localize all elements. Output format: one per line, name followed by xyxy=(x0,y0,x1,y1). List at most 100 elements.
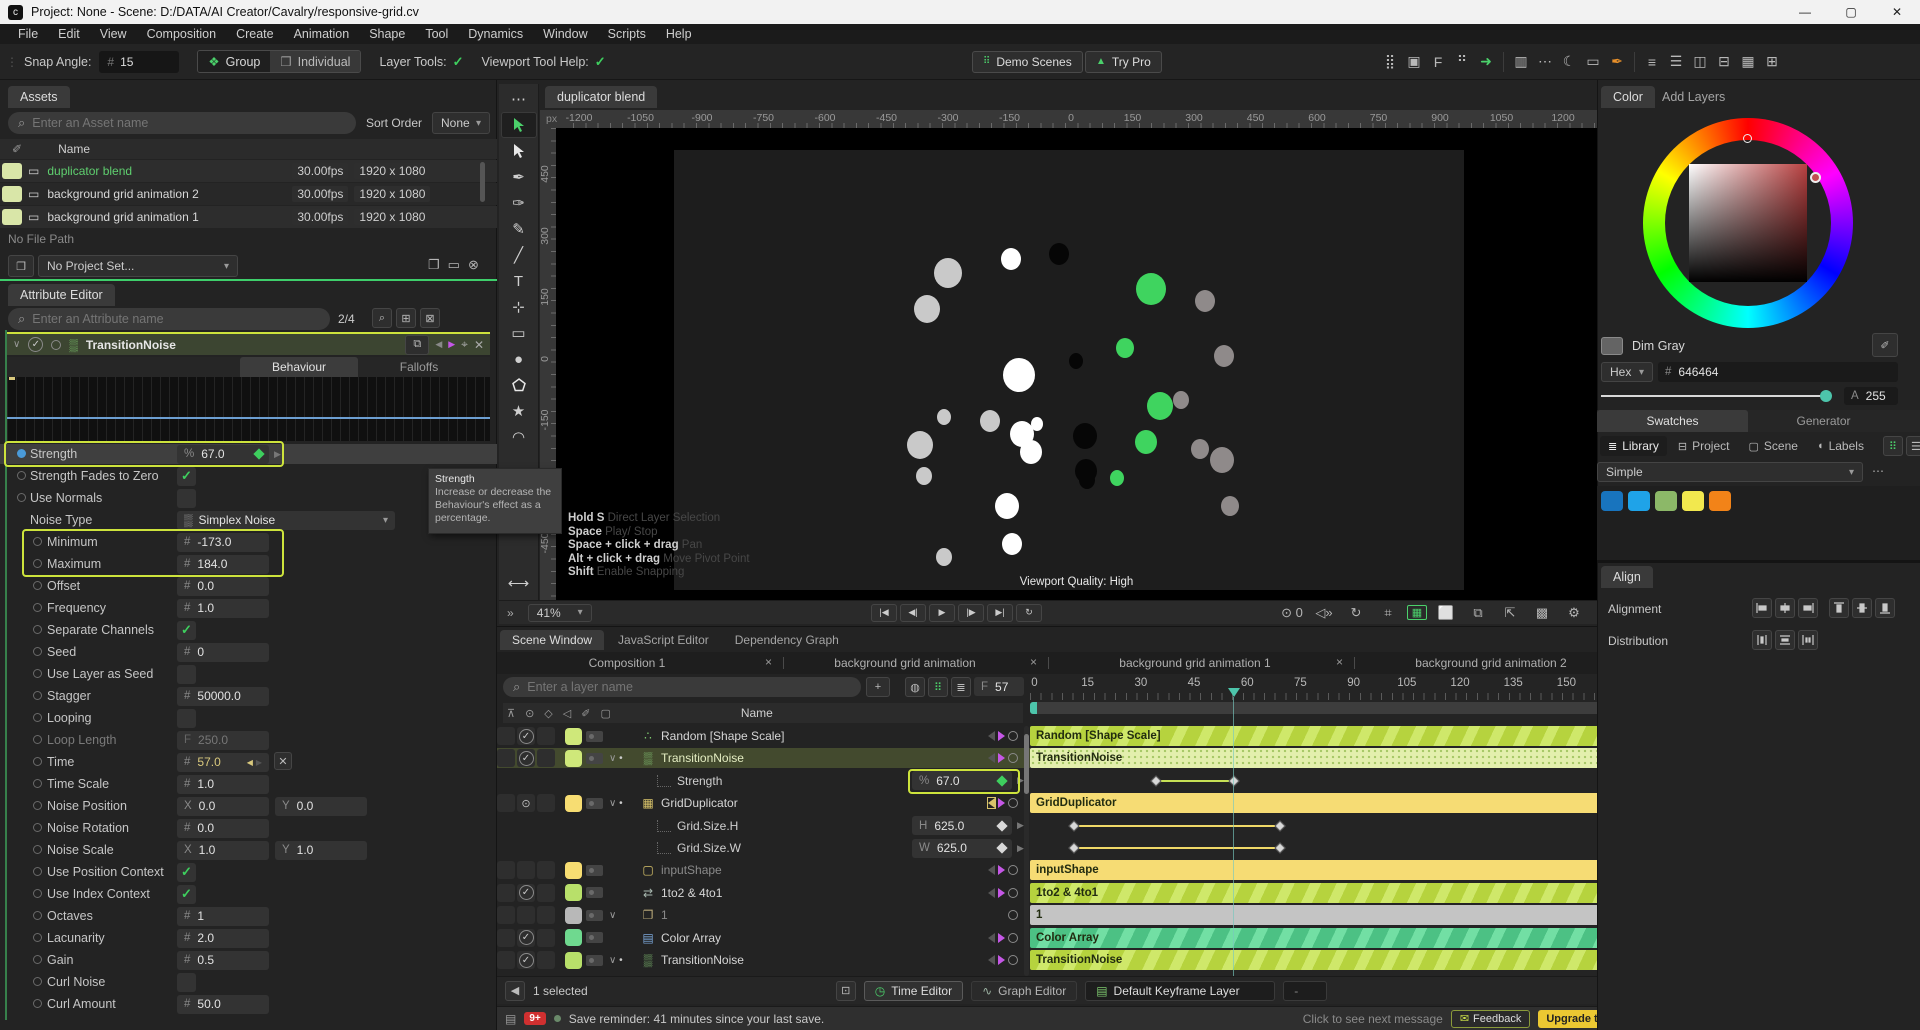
attr-row-lacunarity[interactable]: Lacunarity #2.0 xyxy=(0,928,497,948)
lock-cell[interactable] xyxy=(497,928,515,947)
console-icon[interactable]: ▤ xyxy=(505,1012,516,1026)
swatch[interactable] xyxy=(1655,491,1677,511)
attr-value-field[interactable]: #1.0 xyxy=(177,598,269,618)
keyframe-radio[interactable] xyxy=(33,955,42,964)
display-icon[interactable]: ⬜ xyxy=(1433,605,1459,621)
menu-window[interactable]: Window xyxy=(535,25,595,43)
attr-checkbox[interactable]: ✓ xyxy=(177,620,196,640)
asset-color-chip[interactable] xyxy=(2,186,22,202)
keyframe-diamond[interactable] xyxy=(1149,775,1162,787)
close-tab-icon[interactable]: × xyxy=(1336,655,1343,669)
comp-tab[interactable]: background grid animation 1 xyxy=(1075,656,1315,670)
layer-color-chip[interactable] xyxy=(565,906,582,924)
layer-row-inputshape[interactable]: ▢ inputShape xyxy=(497,860,1030,880)
alpha-slider-track[interactable] xyxy=(1601,395,1829,397)
attr-value-field[interactable]: #0.0 xyxy=(177,818,269,838)
solo-ring-icon[interactable] xyxy=(1008,798,1018,809)
attr-row-strength-fades-to-zero[interactable]: Strength Fades to Zero ✓ xyxy=(0,466,497,486)
close-tab-icon[interactable]: × xyxy=(765,655,772,669)
ink-tool[interactable]: ✑ xyxy=(501,190,537,216)
feedback-button[interactable]: ✉ Feedback xyxy=(1450,1009,1531,1028)
attr-row-use-normals[interactable]: Use Normals xyxy=(0,488,497,508)
prev-keyframe-icon[interactable] xyxy=(988,731,995,741)
trash-icon[interactable]: ⊗ xyxy=(468,257,479,273)
align-button-4[interactable] xyxy=(1852,598,1872,618)
keyframe-radio[interactable] xyxy=(33,647,42,656)
swatch[interactable] xyxy=(1709,491,1731,511)
keyframe-radio[interactable] xyxy=(33,757,42,766)
keyframe-radio[interactable] xyxy=(17,493,26,502)
prev-keyframe-icon[interactable] xyxy=(988,932,995,943)
create-box-icon[interactable]: ▣ xyxy=(1402,53,1426,70)
line-tool[interactable]: ╱ xyxy=(501,242,537,268)
attr-row-frequency[interactable]: Frequency #1.0 xyxy=(0,598,497,618)
attr-value-field[interactable]: #2.0 xyxy=(177,928,269,948)
layer-color-chip[interactable] xyxy=(565,884,582,902)
keyframe-radio[interactable] xyxy=(33,977,42,986)
extra-cell[interactable] xyxy=(537,906,555,925)
attr-row-separate-channels[interactable]: Separate Channels ✓ xyxy=(0,620,497,640)
tab-scene-window[interactable]: Scene Window xyxy=(500,630,605,650)
hex-mode-dropdown[interactable]: Hex ▾ xyxy=(1601,362,1653,382)
distribute-button-1[interactable] xyxy=(1775,630,1795,650)
layer-color-chip[interactable] xyxy=(565,861,582,879)
comp-tab[interactable]: background grid animation xyxy=(785,656,1025,670)
layer-tag-icon[interactable] xyxy=(586,932,603,944)
attr-row-minimum[interactable]: Minimum # -173.0 xyxy=(0,532,497,552)
next-keyframe-icon[interactable] xyxy=(998,887,1005,898)
attr-value-field[interactable]: #0.0 xyxy=(177,576,269,596)
asset-search[interactable]: ⌕ xyxy=(8,112,356,134)
transform-tool[interactable]: ⊹ xyxy=(501,294,537,320)
grid-view-icon[interactable]: ⠿ xyxy=(1882,436,1903,456)
prev-keyframe-icon[interactable] xyxy=(988,887,995,898)
attr-checkbox[interactable]: ✓ xyxy=(177,884,196,904)
keyframe-radio[interactable] xyxy=(33,867,42,876)
attr-row-offset[interactable]: Offset #0.0 xyxy=(0,576,497,596)
tab-color[interactable]: Color xyxy=(1601,86,1655,108)
next-keyframe-icon[interactable]: ▶ xyxy=(1017,775,1024,786)
extra-cell[interactable] xyxy=(537,883,555,902)
maximize-button[interactable]: ▢ xyxy=(1828,0,1874,24)
text-tool[interactable]: T xyxy=(501,268,537,294)
enable-cell[interactable]: ✓ xyxy=(517,951,535,969)
alpha-slider-knob[interactable] xyxy=(1820,390,1832,402)
attr-row-maximum[interactable]: Maximum #184.0 xyxy=(0,554,497,574)
layer-check-icon[interactable]: ✓ xyxy=(518,885,534,901)
layer-check-icon[interactable]: ✓ xyxy=(518,728,534,744)
layer-row-transitionnoise[interactable]: ✓ ∨ • ▒ TransitionNoise xyxy=(497,950,1030,970)
attr-row-use-position-context[interactable]: Use Position Context ✓ xyxy=(0,862,497,882)
attr-checkbox[interactable] xyxy=(177,488,196,508)
solo-ring-icon[interactable] xyxy=(1008,753,1018,764)
select-tools-icon[interactable]: ⠿ xyxy=(928,677,948,697)
next-keyframe-icon[interactable]: ▶ xyxy=(1017,843,1024,854)
attr-x-field[interactable]: X 1.0 xyxy=(177,840,269,860)
layer-visible-icon[interactable]: ⊙ xyxy=(517,794,535,813)
zoom-dropdown[interactable]: 41% ▾ xyxy=(527,603,592,622)
panel-divider[interactable] xyxy=(1597,560,1920,563)
layer-value-field[interactable]: W 625.0 xyxy=(912,838,1012,858)
pencil-tool[interactable]: ✎ xyxy=(501,216,537,242)
tab-javascript-editor[interactable]: JavaScript Editor xyxy=(606,630,721,650)
align-button-2[interactable] xyxy=(1798,598,1818,618)
layout-columns-icon[interactable]: ◫ xyxy=(1688,53,1712,70)
attr-row-time-scale[interactable]: Time Scale #1.0 xyxy=(0,774,497,794)
attr-row-looping[interactable]: Looping xyxy=(0,708,497,728)
attr-value-field[interactable]: #1 xyxy=(177,906,269,926)
layer-tag-icon[interactable] xyxy=(586,752,603,764)
group-button[interactable]: ❖ Group xyxy=(198,51,271,72)
hex-input[interactable]: #646464 xyxy=(1658,362,1898,382)
search-options-icon[interactable]: ⌕ xyxy=(372,308,392,328)
distribute-button-2[interactable] xyxy=(1798,630,1818,650)
lock-cell[interactable] xyxy=(497,794,515,813)
keyframe-radio[interactable] xyxy=(33,801,42,810)
graph-editor-button[interactable]: ∿ Graph Editor xyxy=(971,980,1078,1001)
project-folder-icon[interactable]: ❐ xyxy=(8,255,34,277)
viewport-area[interactable]: Hold S Direct Layer Selection Space Play/… xyxy=(556,128,1597,600)
attr-value-field[interactable]: #1.0 xyxy=(177,774,269,794)
keyframe-radio[interactable] xyxy=(33,603,42,612)
extra-cell[interactable] xyxy=(537,951,555,969)
keyframe-diamond[interactable] xyxy=(1274,819,1286,832)
composition-canvas[interactable] xyxy=(674,150,1464,590)
ruler-icon[interactable]: ▭ xyxy=(1581,53,1605,70)
onion-skin-icon[interactable]: ◍ xyxy=(905,677,925,697)
